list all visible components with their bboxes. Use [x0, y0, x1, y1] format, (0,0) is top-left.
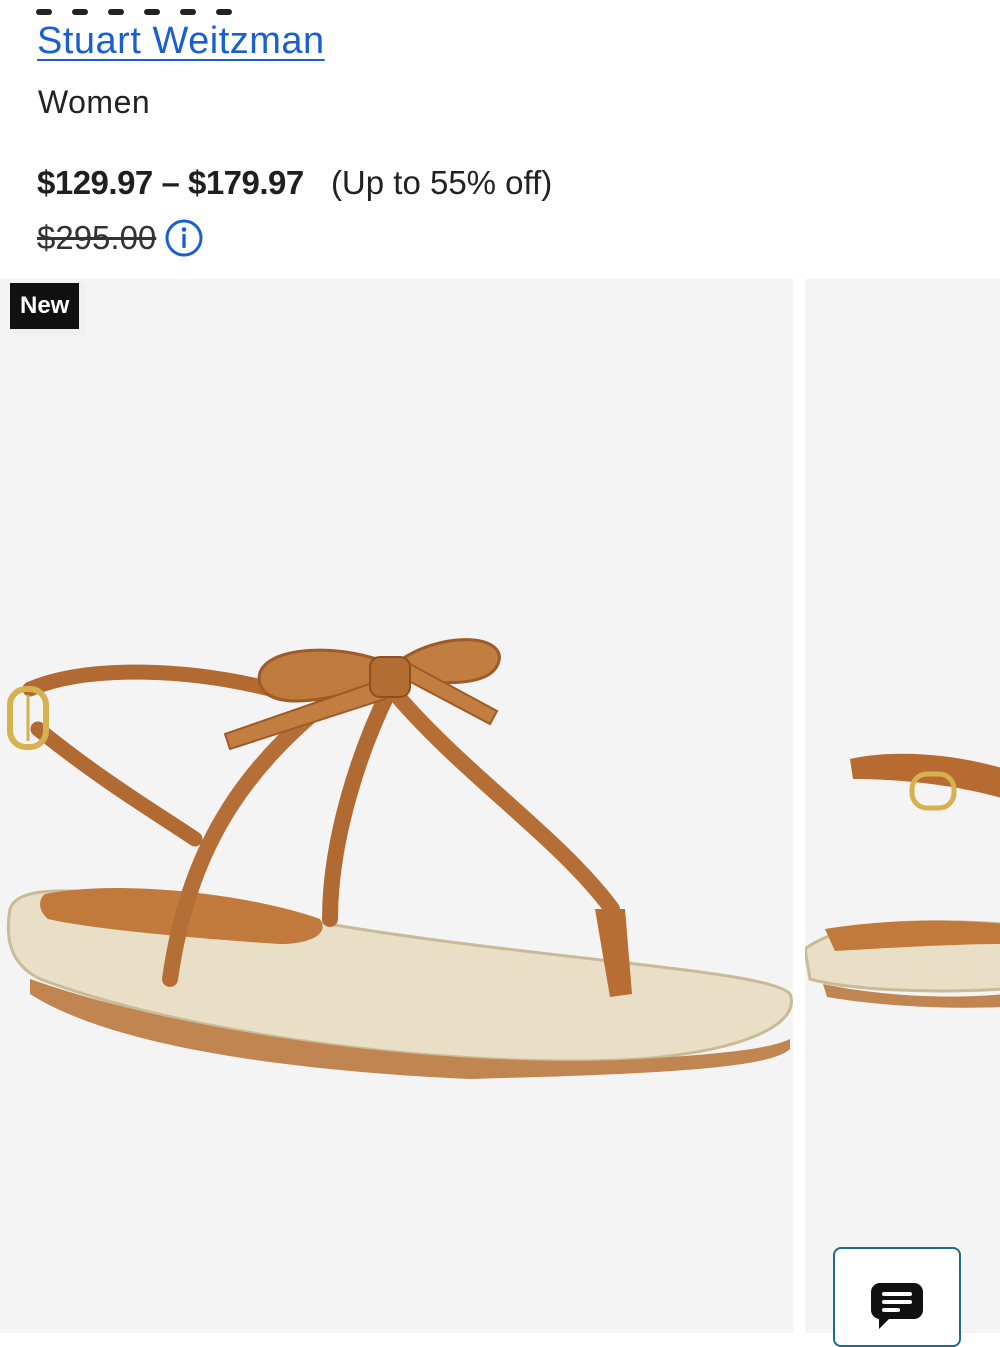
discount-text: (Up to 55% off) — [330, 164, 553, 201]
brand-link[interactable]: Stuart Weitzman — [37, 20, 325, 63]
sale-price-range: $129.97 – $179.97 — [37, 164, 304, 201]
chat-icon — [869, 1281, 925, 1345]
product-image-carousel[interactable]: New — [0, 279, 1000, 1333]
original-price-row: $295.00 — [37, 218, 204, 258]
price-row: $129.97 – $179.97 (Up to 55% off) — [37, 164, 552, 202]
product-image-next[interactable] — [805, 279, 1000, 1333]
sandal-image-side — [805, 753, 1000, 1008]
new-badge: New — [10, 283, 86, 335]
product-category: Women — [38, 84, 151, 120]
chat-button[interactable] — [833, 1247, 961, 1347]
product-image-main[interactable]: New — [0, 279, 793, 1333]
cropped-rating-row — [36, 0, 306, 15]
original-price: $295.00 — [37, 219, 157, 256]
info-icon[interactable] — [164, 218, 204, 258]
sandal-image — [6, 638, 793, 1079]
